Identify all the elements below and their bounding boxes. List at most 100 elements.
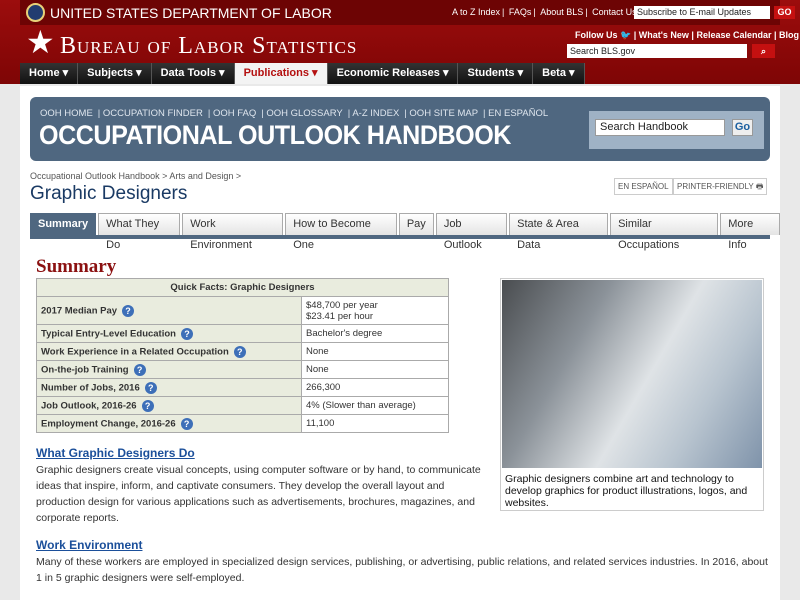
tab-how-to-become-one[interactable]: How to Become One	[285, 213, 397, 251]
top-links: A to Z Index | FAQs | About BLS | Contact U…	[452, 7, 637, 17]
nav-publications[interactable]: Publications ▾	[234, 63, 328, 84]
dol-bar: UNITED STATES DEPARTMENT OF LABOR A to Z…	[20, 0, 795, 25]
twitter-icon[interactable]: 🐦	[620, 30, 631, 40]
fact-value: 4% (Slower than average)	[301, 396, 449, 415]
printer-icon: 🖶	[755, 182, 764, 191]
site-header: UNITED STATES DEPARTMENT OF LABOR A to Z…	[0, 0, 800, 84]
breadcrumb: Occupational Outlook Handbook > Arts and…	[30, 171, 242, 181]
nav-label: Beta	[542, 67, 566, 79]
contact-link[interactable]: Contact Us	[592, 7, 637, 17]
search-bls-input[interactable]: Search BLS.gov	[567, 44, 747, 58]
fact-label: Job Outlook, 2016-26?	[36, 396, 302, 415]
fact-label: Typical Entry-Level Education?	[36, 324, 302, 343]
summary-heading: Summary	[36, 256, 117, 277]
ooh-title[interactable]: OCCUPATIONAL OUTLOOK HANDBOOK	[39, 120, 511, 151]
tab-state-area-data[interactable]: State & Area Data	[509, 213, 609, 251]
fact-label: Number of Jobs, 2016?	[36, 378, 302, 397]
nav-label: Publications	[243, 67, 309, 79]
pay-yearly: $48,700 per year	[306, 299, 378, 311]
nav-label: Students	[467, 67, 515, 79]
table-row: Typical Entry-Level Education? Bachelor's…	[36, 324, 449, 343]
what-they-do-text: Graphic designers create visual concepts…	[36, 464, 481, 524]
nav-home[interactable]: Home ▾	[20, 63, 79, 84]
help-icon[interactable]: ?	[122, 304, 135, 317]
en-espanol-button[interactable]: EN ESPAÑOL	[614, 178, 673, 195]
table-title: Quick Facts: Graphic Designers	[36, 278, 449, 297]
work-environment-link[interactable]: Work Environment	[36, 538, 142, 552]
printer-label: PRINTER-FRIENDLY	[677, 182, 754, 191]
nav-economic-releases[interactable]: Economic Releases ▾	[327, 63, 459, 84]
help-icon[interactable]: ?	[144, 381, 157, 394]
tab-job-outlook[interactable]: Job Outlook	[435, 213, 508, 251]
nav-students[interactable]: Students ▾	[458, 63, 534, 84]
printer-friendly-button[interactable]: PRINTER-FRIENDLY 🖶	[673, 178, 768, 195]
about-link[interactable]: About BLS	[540, 7, 583, 17]
ooh-site-map-link[interactable]: OOH SITE MAP	[409, 108, 478, 119]
fact-value: $48,700 per year $23.41 per hour	[301, 296, 449, 325]
help-icon[interactable]: ?	[233, 345, 246, 358]
page-title: Graphic Designers	[30, 183, 188, 204]
search-handbook-input[interactable]: Search Handbook	[595, 119, 725, 136]
nav-data-tools[interactable]: Data Tools ▾	[151, 63, 235, 84]
bls-logo-text[interactable]: Bureau of Labor Statistics	[60, 33, 357, 60]
tab-summary[interactable]: Summary	[30, 213, 97, 235]
nav-label: Economic Releases	[336, 67, 440, 79]
follow-us-link[interactable]: Follow Us	[575, 30, 618, 40]
a-to-z-link[interactable]: A to Z Index	[452, 7, 500, 17]
blog-link[interactable]: Blog	[779, 30, 799, 40]
tab-what-they-do[interactable]: What They Do	[98, 213, 181, 251]
release-calendar-link[interactable]: Release Calendar	[696, 30, 771, 40]
fact-label: 2017 Median Pay?	[36, 296, 302, 325]
fact-value: 11,100	[301, 414, 449, 433]
dol-link[interactable]: UNITED STATES DEPARTMENT OF LABOR	[50, 5, 332, 21]
breadcrumb-arts-design[interactable]: Arts and Design	[169, 171, 233, 181]
fact-label: On-the-job Training?	[36, 360, 302, 379]
tab-pay[interactable]: Pay	[398, 213, 434, 235]
help-icon[interactable]: ?	[141, 399, 154, 412]
work-environment-text: Many of these workers are employed in sp…	[36, 556, 768, 584]
main-content: OOH HOME | OCCUPATION FINDER | OOH FAQ | OO…	[20, 86, 780, 600]
fact-value: Bachelor's degree	[301, 324, 449, 343]
dol-seal-icon[interactable]	[26, 3, 45, 22]
occupation-finder-link[interactable]: OCCUPATION FINDER	[103, 108, 203, 119]
help-icon[interactable]: ?	[133, 363, 146, 376]
fact-label-text: Employment Change, 2016-26	[41, 418, 176, 430]
fact-label-text: On-the-job Training	[41, 364, 129, 376]
help-icon[interactable]: ?	[180, 417, 193, 430]
search-handbook-go-button[interactable]: Go	[732, 119, 753, 136]
bls-star-logo-icon[interactable]: ★	[26, 26, 55, 58]
az-index-link[interactable]: A-Z INDEX	[352, 108, 399, 119]
ooh-home-link[interactable]: OOH HOME	[40, 108, 93, 119]
quick-facts-table: Quick Facts: Graphic Designers 2017 Medi…	[36, 278, 449, 433]
fact-label-text: Work Experience in a Related Occupation	[41, 346, 229, 358]
ooh-glossary-link[interactable]: OOH GLOSSARY	[266, 108, 342, 119]
what-they-do-link[interactable]: What Graphic Designers Do	[36, 446, 195, 460]
graphic-designer-photo	[502, 280, 762, 468]
subscribe-input[interactable]: Subscribe to E-mail Updates	[634, 6, 770, 19]
summary-figure: Graphic designers combine art and techno…	[500, 278, 764, 511]
help-icon[interactable]: ?	[180, 327, 193, 340]
fact-label: Employment Change, 2016-26?	[36, 414, 302, 433]
tab-similar-occupations[interactable]: Similar Occupations	[610, 213, 719, 251]
search-icon[interactable]: ⌕	[752, 44, 775, 58]
tab-more-info[interactable]: More Info	[720, 213, 780, 251]
tab-underline	[30, 235, 770, 239]
ooh-faq-link[interactable]: OOH FAQ	[213, 108, 256, 119]
pay-hourly: $23.41 per hour	[306, 310, 374, 322]
fact-label-text: Job Outlook, 2016-26	[41, 400, 137, 412]
breadcrumb-ooh[interactable]: Occupational Outlook Handbook	[30, 171, 160, 181]
fact-value: None	[301, 360, 449, 379]
fact-label-text: 2017 Median Pay	[41, 305, 118, 317]
en-espanol-link[interactable]: EN ESPAÑOL	[488, 108, 548, 119]
table-row: 2017 Median Pay? $48,700 per year $23.41 p…	[36, 296, 449, 325]
fact-label-text: Typical Entry-Level Education	[41, 328, 176, 340]
table-row: Employment Change, 2016-26? 11,100	[36, 414, 449, 433]
faqs-link[interactable]: FAQs	[509, 7, 532, 17]
ooh-banner: OOH HOME | OCCUPATION FINDER | OOH FAQ | OO…	[30, 97, 770, 161]
whats-new-link[interactable]: What's New	[639, 30, 689, 40]
subscribe-go-button[interactable]: GO	[774, 6, 795, 19]
nav-beta[interactable]: Beta ▾	[533, 63, 585, 84]
tab-work-environment[interactable]: Work Environment	[182, 213, 284, 251]
nav-subjects[interactable]: Subjects ▾	[78, 63, 152, 84]
handbook-search: Search Handbook Go	[589, 111, 764, 149]
